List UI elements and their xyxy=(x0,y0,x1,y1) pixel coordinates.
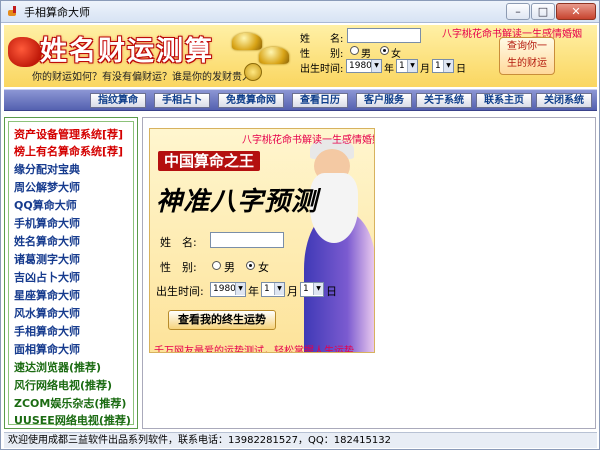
window-controls: – □ ✕ xyxy=(506,3,596,20)
sidebar-item[interactable]: 手相算命大师 xyxy=(14,323,80,339)
close-button[interactable]: ✕ xyxy=(556,3,596,20)
ad-month-select[interactable]: 1 ▼ xyxy=(261,282,285,297)
banner-birth-label: 出生时间: xyxy=(300,64,344,75)
chevron-down-icon: ▼ xyxy=(313,283,323,295)
sage-illustration-icon xyxy=(300,139,374,352)
ad-female-radio[interactable] xyxy=(246,261,255,270)
ad-male-label: 男 xyxy=(224,261,235,274)
banner-subtitle: 你的财运如何？有没有偏财运？谁是你的发财贵人？ xyxy=(32,72,262,83)
sidebar-item[interactable]: 面相算命大师 xyxy=(14,341,80,357)
nav-fingerprint[interactable]: 指纹算命 xyxy=(90,93,146,108)
banner-female-label: 女 xyxy=(391,49,401,60)
nav-homepage[interactable]: 联系主页 xyxy=(476,93,532,108)
banner-day-value: 1 xyxy=(435,61,441,71)
banner-month-select[interactable]: 1 ▼ xyxy=(396,59,418,73)
sidebar-item[interactable]: 诸葛测字大师 xyxy=(14,251,80,267)
sidebar-item[interactable]: ZCOM娱乐杂志(推荐) xyxy=(14,395,126,411)
banner-year-select[interactable]: 1980 ▼ xyxy=(346,59,382,73)
nav-palm-reading[interactable]: 手相占卜 xyxy=(154,93,210,108)
sidebar-item[interactable]: 姓名算命大师 xyxy=(14,233,80,249)
gold-coin-icon xyxy=(244,63,262,81)
top-banner: 姓名财运测算 你的财运如何？有没有偏财运？谁是你的发财贵人？ 姓 名: 性 别:… xyxy=(4,25,597,87)
sidebar-item[interactable]: 速达浏览器(推荐) xyxy=(14,359,101,375)
nav-about[interactable]: 关于系统 xyxy=(416,93,472,108)
sidebar: 资产设备管理系统[荐] 榜上有名算命系统[荐] 缘分配对宝典 周公解梦大师 QQ… xyxy=(4,117,138,429)
ad-gender-label: 性 别: xyxy=(160,261,197,274)
ad-year-select[interactable]: 1980 ▼ xyxy=(210,282,246,297)
banner-day-select[interactable]: 1 ▼ xyxy=(432,59,454,73)
main-content: 八字桃花命书解读一生感情婚姻 中国算命之王 神准八字预测 姓 名: 性 别: 男… xyxy=(142,117,596,429)
chevron-down-icon: ▼ xyxy=(274,283,284,295)
chevron-down-icon: ▼ xyxy=(443,60,453,72)
banner-male-label: 男 xyxy=(361,49,371,60)
banner-day-unit: 日 xyxy=(456,64,466,75)
banner-month-value: 1 xyxy=(399,61,405,71)
banner-promo-button[interactable]: 查询你一 生的财运 xyxy=(499,37,555,75)
banner-year-value: 1980 xyxy=(349,61,372,71)
minimize-button[interactable]: – xyxy=(506,3,530,20)
sidebar-item[interactable]: 风行网络电视(推荐) xyxy=(14,377,112,393)
gold-ingot-icon xyxy=(232,33,262,50)
ad-year-value: 1980 xyxy=(213,284,236,294)
ad-name-input[interactable] xyxy=(210,232,284,248)
banner-male-radio[interactable] xyxy=(350,46,359,55)
title-bar[interactable]: 手相算命大师 – □ ✕ xyxy=(1,1,599,23)
banner-name-input[interactable] xyxy=(347,28,421,43)
ad-footer-text: 千万网友最爱的运势测试，轻松掌握人生运势 xyxy=(154,346,354,353)
sidebar-item[interactable]: 缘分配对宝典 xyxy=(14,161,80,177)
banner-female-radio[interactable] xyxy=(380,46,389,55)
ad-day-unit: 日 xyxy=(326,285,337,298)
ad-month-value: 1 xyxy=(264,284,270,294)
sidebar-item[interactable]: 风水算命大师 xyxy=(14,305,80,321)
window-title: 手相算命大师 xyxy=(24,5,90,19)
sidebar-item[interactable]: 周公解梦大师 xyxy=(14,179,80,195)
chevron-down-icon: ▼ xyxy=(407,60,417,72)
nav-calendar[interactable]: 查看日历 xyxy=(292,93,348,108)
promo-box-line: 查询你一 xyxy=(507,41,547,52)
app-window: 手相算命大师 – □ ✕ 姓名财运测算 你的财运如何？有没有偏财运？谁是你的发财… xyxy=(0,0,600,450)
sidebar-item[interactable]: 手机算命大师 xyxy=(14,215,80,231)
nav-free-site[interactable]: 免费算命网 xyxy=(218,93,284,108)
ad-top-link[interactable]: 八字桃花命书解读一生感情婚姻 xyxy=(242,131,374,146)
nav-exit[interactable]: 关闭系统 xyxy=(536,93,592,108)
ad-male-radio[interactable] xyxy=(212,261,221,270)
nav-bar: 指纹算命 手相占卜 免费算命网 查看日历 客户服务 关于系统 联系主页 关闭系统 xyxy=(4,89,597,111)
chevron-down-icon: ▼ xyxy=(235,283,245,295)
gold-ingot-icon xyxy=(259,47,289,64)
ad-day-select[interactable]: 1 ▼ xyxy=(300,282,324,297)
maximize-button[interactable]: □ xyxy=(531,3,555,20)
sidebar-item[interactable]: 资产设备管理系统[荐] xyxy=(14,126,123,142)
sidebar-item[interactable]: 榜上有名算命系统[荐] xyxy=(14,143,123,159)
view-fortune-button[interactable]: 查看我的终生运势 xyxy=(168,310,276,330)
promo-box-line: 生的财运 xyxy=(507,58,547,69)
fortune-ad-panel[interactable]: 八字桃花命书解读一生感情婚姻 中国算命之王 神准八字预测 姓 名: 性 别: 男… xyxy=(149,128,375,353)
ad-birth-label: 出生时间: xyxy=(156,285,204,298)
banner-title: 姓名财运测算 xyxy=(40,36,214,67)
nav-customer-service[interactable]: 客户服务 xyxy=(356,93,412,108)
sidebar-item[interactable]: 吉凶占卜大师 xyxy=(14,269,80,285)
ad-day-value: 1 xyxy=(303,284,309,294)
app-icon xyxy=(6,5,20,19)
banner-month-unit: 月 xyxy=(420,64,430,75)
ad-red-title: 中国算命之王 xyxy=(158,151,260,171)
dragon-decoration-icon xyxy=(8,37,42,67)
banner-year-unit: 年 xyxy=(384,64,394,75)
sidebar-item[interactable]: QQ算命大师 xyxy=(14,197,77,213)
ad-month-unit: 月 xyxy=(287,285,298,298)
ad-script-title: 神准八字预测 xyxy=(156,187,319,217)
banner-name-label: 姓 名: xyxy=(300,34,344,45)
sidebar-item[interactable]: 星座算命大师 xyxy=(14,287,80,303)
banner-gender-label: 性 别: xyxy=(300,49,344,60)
ad-name-label: 姓 名: xyxy=(160,236,197,249)
status-bar: 欢迎使用成都三益软件出品系列软件，联系电话：13982281527，QQ：182… xyxy=(4,432,597,448)
ad-year-unit: 年 xyxy=(248,285,259,298)
sidebar-item[interactable]: UUSEE网络电视(推荐) xyxy=(14,412,131,428)
chevron-down-icon: ▼ xyxy=(371,60,381,72)
ad-female-label: 女 xyxy=(258,261,269,274)
